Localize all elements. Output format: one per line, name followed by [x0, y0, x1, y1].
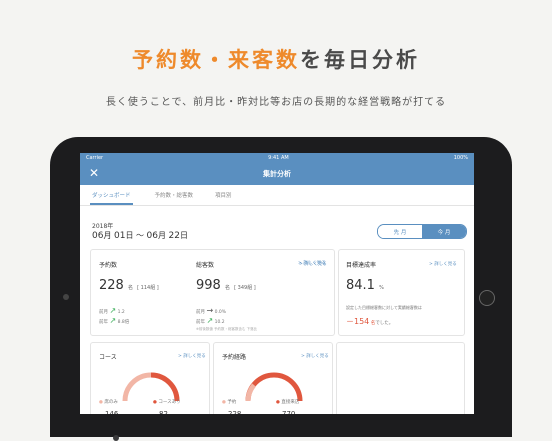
- subline: 長く使うことで、前月比・昨対比等お店の長期的な経営戦略が打てる: [105, 97, 447, 108]
- tab-by-item[interactable]: 項目別: [215, 191, 232, 205]
- battery-label: 100%: [453, 155, 468, 161]
- reservations-value: 228 名 [ 114組 ]: [99, 278, 159, 293]
- up-arrow-icon: ↗: [109, 306, 117, 315]
- end-day: 22: [168, 231, 180, 241]
- res-py-val: 8.8倍: [117, 320, 130, 325]
- res-prev-month: 前月 ↗ 1.2: [99, 306, 125, 315]
- start-month: 06: [92, 231, 104, 241]
- res-prev-year: 前年 ↗ 8.8倍: [99, 316, 129, 325]
- app-screen: Carrier 9:41 AM 100% ✕ 集計分析 ダッシュボード 予約数・…: [80, 153, 474, 414]
- route-card: 予約経路 > 詳しく見る ● 予約 ● 直接来店 228 770: [213, 342, 333, 414]
- visitors-unit: 名: [224, 285, 230, 291]
- reservations-more-link[interactable]: > 詳しく見る: [298, 260, 326, 266]
- nav-bar: ✕ 集計分析: [80, 163, 474, 185]
- vis-pm-label: 前月: [196, 310, 205, 315]
- period-range: 06月 01日 〜 06月 22日: [92, 230, 188, 241]
- res-py-label: 前年: [99, 320, 108, 325]
- course-more-link[interactable]: > 詳しく見る: [178, 353, 206, 359]
- route-more-link[interactable]: > 詳しく見る: [301, 353, 329, 359]
- vis-prev-month: 前月 → 0.0%: [196, 306, 226, 315]
- tab-reservations-visitors[interactable]: 予約数・総客数: [155, 191, 194, 205]
- up-arrow-icon: ↗: [206, 316, 214, 325]
- shortfall-number: －154: [346, 317, 370, 326]
- shortfall-tail: でした。: [375, 321, 394, 326]
- dashboard-content: 2018年 06月 01日 〜 06月 22日 先 月 今 月 予約数 228 …: [80, 206, 474, 414]
- month-char: 月: [103, 231, 112, 240]
- reservations-number: 228: [99, 278, 124, 293]
- course-v1: 146: [105, 410, 119, 414]
- close-icon[interactable]: ✕: [89, 166, 99, 180]
- course-arc-fg: [150, 372, 180, 402]
- headline: 予約数・来客数を毎日分析: [0, 44, 552, 74]
- side-camera: [63, 294, 69, 300]
- visitors-note: ※前後数値 予約数・総客数含む 下落比: [196, 327, 258, 331]
- dot-icon: ●: [222, 400, 226, 405]
- vis-prev-year: 前年 ↗ 10.2: [196, 316, 225, 325]
- target-value: 84.1 %: [346, 278, 384, 293]
- status-bar: Carrier 9:41 AM 100%: [80, 153, 474, 163]
- route-title: 予約経路: [222, 354, 247, 361]
- course-card: コース > 詳しく見る ● 席のみ ● コースあり 146 82: [90, 342, 210, 414]
- course-l1: 席のみ: [104, 400, 118, 405]
- route-legend-2: ● 直接来店: [276, 399, 299, 405]
- vis-py-val: 10.2: [214, 320, 225, 325]
- course-legend-1: ● 席のみ: [99, 399, 118, 405]
- target-title: 目標達成率: [346, 262, 377, 269]
- vis-py-label: 前年: [196, 320, 205, 325]
- reservations-unit: 名: [127, 285, 133, 291]
- route-l1: 予約: [227, 400, 237, 405]
- route-l2: 直接来店: [281, 400, 300, 405]
- start-day: 01: [114, 231, 126, 241]
- range-sep: 〜: [136, 231, 144, 240]
- course-legend-2: ● コースあり: [153, 399, 181, 405]
- dot-icon: ●: [153, 400, 157, 405]
- route-legend-1: ● 予約: [222, 399, 236, 405]
- course-l2: コースあり: [158, 400, 181, 405]
- this-month-button[interactable]: 今 月: [422, 225, 466, 238]
- nav-title: 集計分析: [263, 170, 291, 178]
- visitors-title: 総客数: [196, 262, 215, 269]
- route-v2: 770: [282, 410, 296, 414]
- course-v2: 82: [159, 410, 168, 414]
- clock: 9:41 AM: [268, 155, 289, 161]
- day-char2: 日: [180, 231, 188, 240]
- end-month: 06: [146, 231, 158, 241]
- month-char2: 月: [158, 231, 166, 240]
- target-shortfall: －154 名でした。: [346, 316, 393, 327]
- reservations-groups: [ 114組 ]: [137, 285, 159, 291]
- reservations-title: 予約数: [99, 262, 118, 269]
- headline-rest: を毎日分析: [300, 48, 420, 72]
- carrier-label: Carrier: [86, 155, 104, 161]
- res-pm-label: 前月: [99, 310, 108, 315]
- headline-accent: 予約数・来客数: [132, 48, 300, 72]
- target-card: 目標達成率 > 詳しく見る 84.1 % 設定した目標総客数に対して実績総客数は…: [338, 249, 465, 336]
- course-title: コース: [99, 354, 117, 361]
- day-char: 日: [125, 231, 134, 240]
- right-arrow-icon: →: [206, 306, 214, 315]
- camera-dot: [113, 435, 119, 441]
- dot-icon: ●: [99, 400, 103, 405]
- period-year: 2018年: [92, 223, 114, 230]
- visitors-groups: [ 349組 ]: [234, 285, 256, 291]
- res-pm-val: 1.2: [117, 310, 125, 315]
- target-number: 84.1: [346, 278, 375, 293]
- home-button: [479, 290, 495, 306]
- target-desc: 設定した目標総客数に対して実績総客数は: [346, 305, 422, 310]
- target-unit: %: [379, 285, 384, 291]
- tab-bar: ダッシュボード 予約数・総客数 項目別: [80, 185, 474, 206]
- vis-pm-val: 0.0%: [214, 310, 227, 315]
- empty-card: [336, 342, 465, 414]
- tab-dashboard[interactable]: ダッシュボード: [90, 191, 133, 205]
- dot-icon: ●: [276, 400, 280, 405]
- target-more-link[interactable]: > 詳しく見る: [429, 261, 457, 267]
- route-arc-fg: [245, 372, 303, 402]
- visitors-number: 998: [196, 278, 221, 293]
- prev-month-button[interactable]: 先 月: [378, 225, 422, 238]
- month-toggle: 先 月 今 月: [377, 224, 467, 239]
- up-arrow-icon: ↗: [109, 316, 117, 325]
- course-arc-bg: [122, 372, 180, 402]
- route-v1: 228: [228, 410, 242, 414]
- visitors-value: 998 名 [ 349組 ]: [196, 278, 256, 293]
